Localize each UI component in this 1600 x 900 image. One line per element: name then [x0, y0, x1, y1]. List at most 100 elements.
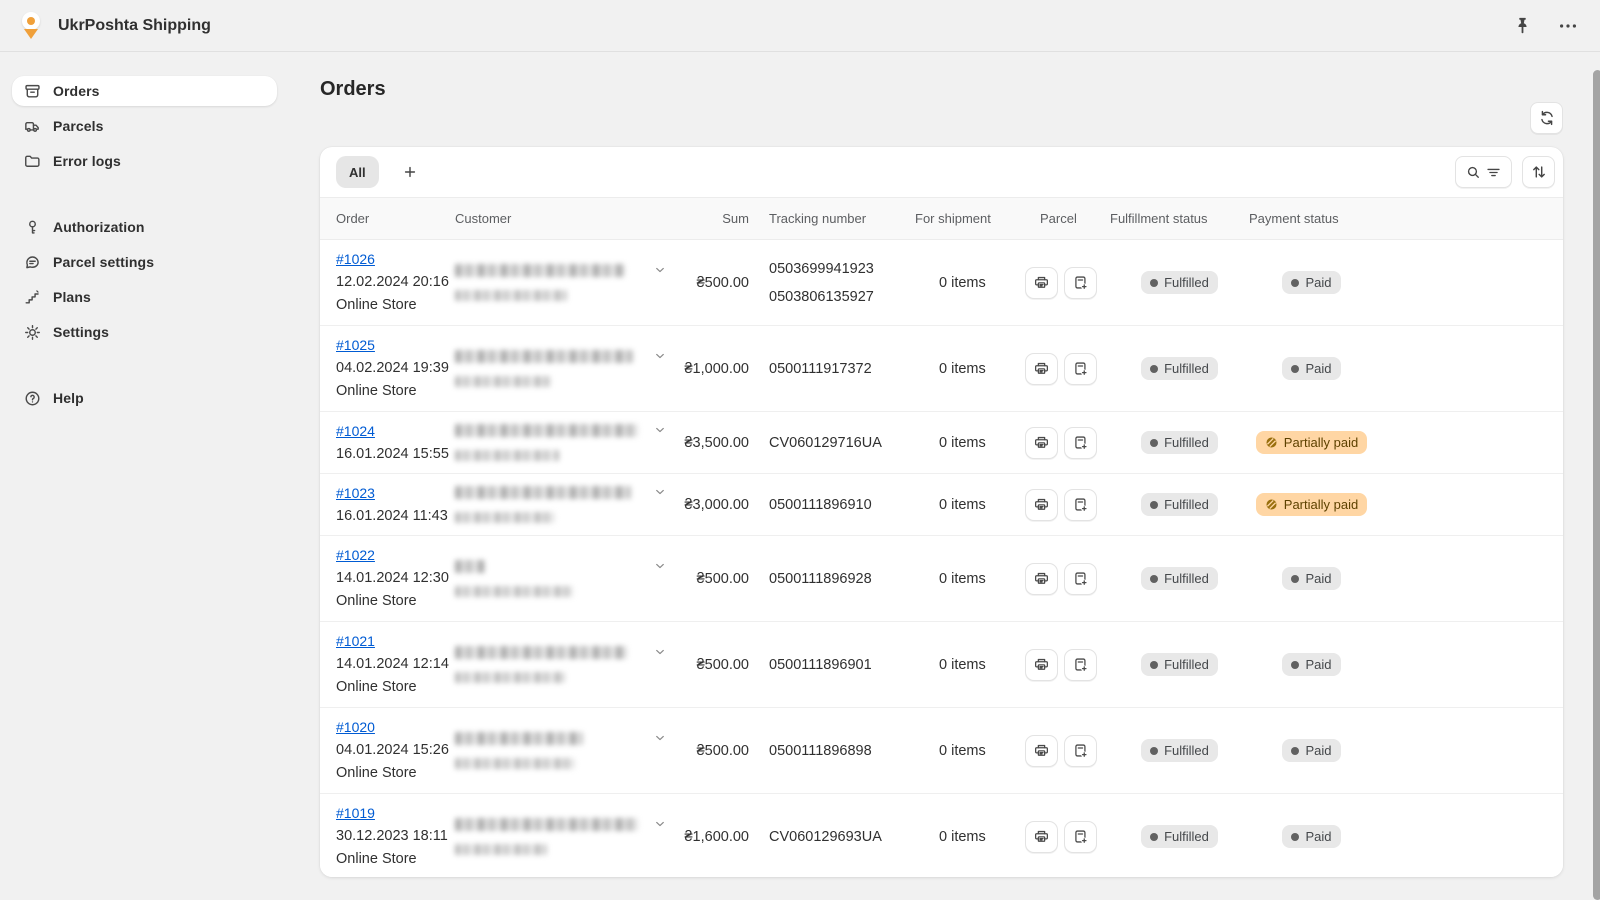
order-date: 04.02.2024 19:39: [336, 357, 455, 380]
chevron-down-icon[interactable]: [651, 729, 669, 747]
payment-status-badge: Paid: [1282, 271, 1340, 294]
tab-all[interactable]: All: [336, 156, 379, 188]
order-sum: ₴3,000.00: [675, 497, 765, 513]
plus-icon[interactable]: [394, 156, 426, 188]
chevron-down-icon[interactable]: [651, 643, 669, 661]
pushpin-icon[interactable]: [1510, 14, 1534, 38]
chevron-down-icon[interactable]: [651, 557, 669, 575]
order-link[interactable]: #1020: [336, 719, 375, 735]
order-link[interactable]: #1025: [336, 337, 375, 353]
printer-button[interactable]: [1025, 489, 1058, 521]
note-add-button[interactable]: [1064, 353, 1097, 385]
order-date: 30.12.2023 18:11: [336, 825, 455, 848]
sidebar-item-label: Orders: [53, 83, 100, 99]
refresh-icon[interactable]: [1530, 102, 1563, 134]
order-sum: ₴3,500.00: [675, 435, 765, 451]
chevron-down-icon[interactable]: [651, 347, 669, 365]
chevron-down-icon[interactable]: [651, 261, 669, 279]
ellipsis-icon[interactable]: [1556, 14, 1580, 38]
status-dot-icon: [1291, 661, 1299, 669]
sidebar-item-orders[interactable]: Orders: [12, 76, 277, 106]
topbar: UkrPoshta Shipping: [0, 0, 1600, 52]
table-row: #102004.01.2024 15:26Online Store₴500.00…: [320, 708, 1563, 794]
fulfillment-status-badge: Fulfilled: [1141, 431, 1218, 454]
chevron-down-icon[interactable]: [651, 815, 669, 833]
chevron-down-icon[interactable]: [651, 483, 669, 501]
order-link[interactable]: #1023: [336, 485, 375, 501]
for-shipment-count: 0 items: [915, 497, 1025, 513]
sidebar-item-help[interactable]: Help: [12, 383, 277, 413]
status-dot-icon: [1291, 365, 1299, 373]
customer-phone-redacted: [455, 376, 551, 387]
customer-phone-redacted: [455, 672, 565, 683]
vertical-scrollbar[interactable]: [1593, 70, 1600, 900]
sidebar-item-plans[interactable]: Plans: [12, 282, 277, 312]
customer-cell: [455, 261, 675, 304]
column-header-customer: Customer: [455, 211, 675, 226]
table-row: #102612.02.2024 20:16Online Store₴500.00…: [320, 240, 1563, 326]
order-link[interactable]: #1019: [336, 805, 375, 821]
chevron-down-icon[interactable]: [651, 421, 669, 439]
order-link[interactable]: #1024: [336, 423, 375, 439]
for-shipment-count: 0 items: [915, 657, 1025, 673]
orders-card: All: [320, 147, 1563, 877]
order-date: 14.01.2024 12:14: [336, 653, 455, 676]
status-dot-icon: [1150, 279, 1158, 287]
note-add-button[interactable]: [1064, 489, 1097, 521]
sidebar-item-authorization[interactable]: Authorization: [12, 212, 277, 242]
sidebar-item-label: Settings: [53, 324, 109, 340]
customer-name-redacted: [455, 424, 638, 437]
status-dot-icon: [1291, 747, 1299, 755]
order-link[interactable]: #1026: [336, 251, 375, 267]
printer-icon: [1033, 360, 1050, 377]
note-add-button[interactable]: [1064, 821, 1097, 853]
printer-button[interactable]: [1025, 427, 1058, 459]
printer-button[interactable]: [1025, 735, 1058, 767]
printer-button[interactable]: [1025, 821, 1058, 853]
search-filter-button[interactable]: [1455, 156, 1512, 188]
note-add-button[interactable]: [1064, 427, 1097, 459]
payment-status-badge: Partially paid: [1256, 431, 1367, 454]
fulfillment-status-badge: Fulfilled: [1141, 567, 1218, 590]
printer-button[interactable]: [1025, 649, 1058, 681]
order-date: 16.01.2024 15:55: [336, 443, 455, 466]
customer-name-redacted: [455, 350, 633, 363]
status-dot-icon: [1291, 575, 1299, 583]
sidebar-item-error-logs[interactable]: Error logs: [12, 146, 277, 176]
customer-cell: [455, 729, 675, 772]
customer-cell: [455, 421, 675, 464]
order-link[interactable]: #1021: [336, 633, 375, 649]
sidebar-item-label: Parcel settings: [53, 254, 154, 270]
printer-button[interactable]: [1025, 563, 1058, 595]
status-dot-icon: [1150, 833, 1158, 841]
customer-phone-redacted: [455, 586, 573, 597]
customer-cell: [455, 347, 675, 390]
printer-button[interactable]: [1025, 267, 1058, 299]
fulfillment-status-badge: Fulfilled: [1141, 493, 1218, 516]
tracking-number: 0503699941923: [769, 261, 915, 277]
sidebar-item-parcel-settings[interactable]: Parcel settings: [12, 247, 277, 277]
filter-icon: [1485, 164, 1502, 181]
tracking-number: CV060129693UA: [769, 829, 915, 845]
order-sum: ₴500.00: [675, 743, 765, 759]
sidebar-item-settings[interactable]: Settings: [12, 317, 277, 347]
printer-button[interactable]: [1025, 353, 1058, 385]
partially-paid-icon: [1265, 436, 1278, 449]
note-add-button[interactable]: [1064, 267, 1097, 299]
status-dot-icon: [1150, 575, 1158, 583]
note-add-icon: [1072, 570, 1089, 587]
order-channel: Online Store: [336, 848, 455, 871]
note-add-icon: [1072, 434, 1089, 451]
sidebar-item-parcels[interactable]: Parcels: [12, 111, 277, 141]
status-dot-icon: [1150, 365, 1158, 373]
customer-cell: [455, 643, 675, 686]
order-sum: ₴500.00: [675, 275, 765, 291]
note-add-button[interactable]: [1064, 563, 1097, 595]
chat-icon: [22, 252, 42, 272]
note-add-button[interactable]: [1064, 735, 1097, 767]
note-add-button[interactable]: [1064, 649, 1097, 681]
sort-icon[interactable]: [1522, 156, 1555, 188]
order-link[interactable]: #1022: [336, 547, 375, 563]
app-logo[interactable]: [16, 10, 46, 42]
table-row: #101930.12.2023 18:11Online Store₴1,600.…: [320, 794, 1563, 877]
